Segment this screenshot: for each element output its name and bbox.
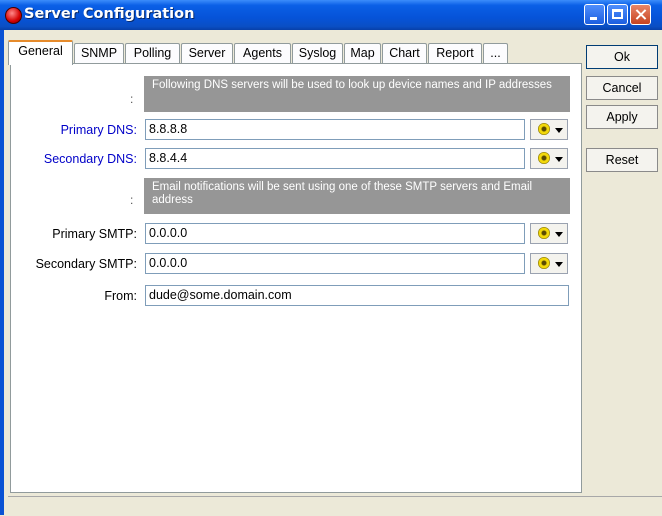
reset-button[interactable]: Reset: [586, 148, 658, 172]
primary-smtp-input[interactable]: 0.0.0.0: [145, 223, 525, 244]
dns-info-colon: :: [130, 92, 134, 106]
gear-icon: [538, 257, 550, 269]
tab-chart[interactable]: Chart: [382, 43, 427, 63]
dns-info-box: Following DNS servers will be used to lo…: [144, 76, 570, 112]
tab-syslog[interactable]: Syslog: [292, 43, 343, 63]
from-email-input[interactable]: dude@some.domain.com: [145, 285, 569, 306]
gear-icon: [538, 227, 550, 239]
tab-map[interactable]: Map: [344, 43, 381, 63]
minimize-button[interactable]: [584, 4, 605, 25]
close-button[interactable]: [630, 4, 651, 25]
window-title: Server Configuration: [24, 6, 195, 22]
status-bar: [8, 496, 662, 516]
primary-dns-label: Primary DNS:: [60, 123, 137, 137]
gear-icon: [538, 123, 550, 135]
app-icon: [5, 7, 22, 24]
secondary-dns-picker[interactable]: [530, 148, 568, 169]
chevron-down-icon: [555, 232, 563, 237]
primary-smtp-picker[interactable]: [530, 223, 568, 244]
window-frame: [0, 30, 4, 515]
chevron-down-icon: [555, 262, 563, 267]
chevron-down-icon: [555, 128, 563, 133]
smtp-info-colon: :: [130, 193, 134, 207]
ok-button[interactable]: Ok: [586, 45, 658, 69]
cancel-button[interactable]: Cancel: [586, 76, 658, 100]
tab-more[interactable]: ...: [483, 43, 508, 63]
chevron-down-icon: [555, 157, 563, 162]
tab-snmp[interactable]: SNMP: [74, 43, 124, 63]
smtp-info-box: Email notifications will be sent using o…: [144, 178, 570, 214]
primary-dns-input[interactable]: 8.8.8.8: [145, 119, 525, 140]
secondary-dns-input[interactable]: 8.8.4.4: [145, 148, 525, 169]
tab-report[interactable]: Report: [428, 43, 482, 63]
secondary-smtp-picker[interactable]: [530, 253, 568, 274]
gear-icon: [538, 152, 550, 164]
primary-smtp-label: Primary SMTP:: [52, 227, 137, 241]
secondary-smtp-label: Secondary SMTP:: [35, 257, 137, 271]
secondary-smtp-input[interactable]: 0.0.0.0: [145, 253, 525, 274]
from-label: From:: [104, 289, 137, 303]
title-bar[interactable]: Server Configuration: [0, 0, 662, 30]
maximize-button[interactable]: [607, 4, 628, 25]
tab-polling[interactable]: Polling: [125, 43, 180, 63]
tab-agents[interactable]: Agents: [234, 43, 291, 63]
apply-button[interactable]: Apply: [586, 105, 658, 129]
tab-general[interactable]: General: [8, 40, 73, 65]
tab-server[interactable]: Server: [181, 43, 233, 63]
primary-dns-picker[interactable]: [530, 119, 568, 140]
secondary-dns-label: Secondary DNS:: [43, 152, 137, 166]
